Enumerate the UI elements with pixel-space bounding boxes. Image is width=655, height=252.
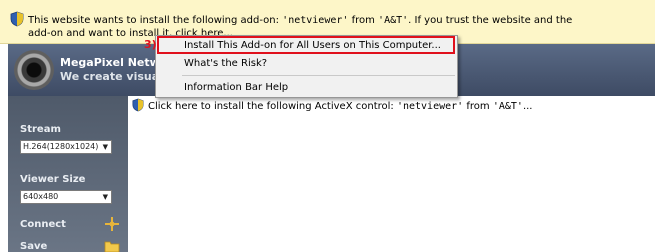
chevron-down-icon: ▼ bbox=[102, 143, 108, 151]
viewer-size-label: Viewer Size bbox=[20, 174, 86, 185]
camera-lens-logo bbox=[14, 50, 54, 90]
activex-install-notice[interactable]: Click here to install the following Acti… bbox=[132, 98, 532, 112]
menu-separator bbox=[182, 75, 455, 76]
stream-label: Stream bbox=[20, 124, 61, 135]
folder-icon[interactable] bbox=[104, 238, 120, 252]
menu-item-whats-the-risk[interactable]: What's the Risk? bbox=[156, 56, 457, 72]
shield-icon bbox=[132, 98, 144, 112]
chevron-down-icon: ▼ bbox=[102, 193, 108, 201]
save-button[interactable]: Save bbox=[20, 241, 47, 252]
shield-icon bbox=[10, 11, 24, 27]
viewer-size-select[interactable]: 640x480 ▼ bbox=[20, 190, 112, 204]
stream-select[interactable]: H.264(1280x1024) ▼ bbox=[20, 140, 112, 154]
menu-item-information-bar-help[interactable]: Information Bar Help bbox=[156, 80, 457, 96]
step-highlight-box bbox=[157, 36, 455, 54]
connect-button[interactable]: Connect bbox=[20, 219, 66, 230]
step-marker: 3) bbox=[144, 38, 157, 51]
connect-icon[interactable] bbox=[104, 216, 120, 232]
viewer-sidebar: Stream H.264(1280x1024) ▼ Viewer Size 64… bbox=[8, 96, 128, 252]
